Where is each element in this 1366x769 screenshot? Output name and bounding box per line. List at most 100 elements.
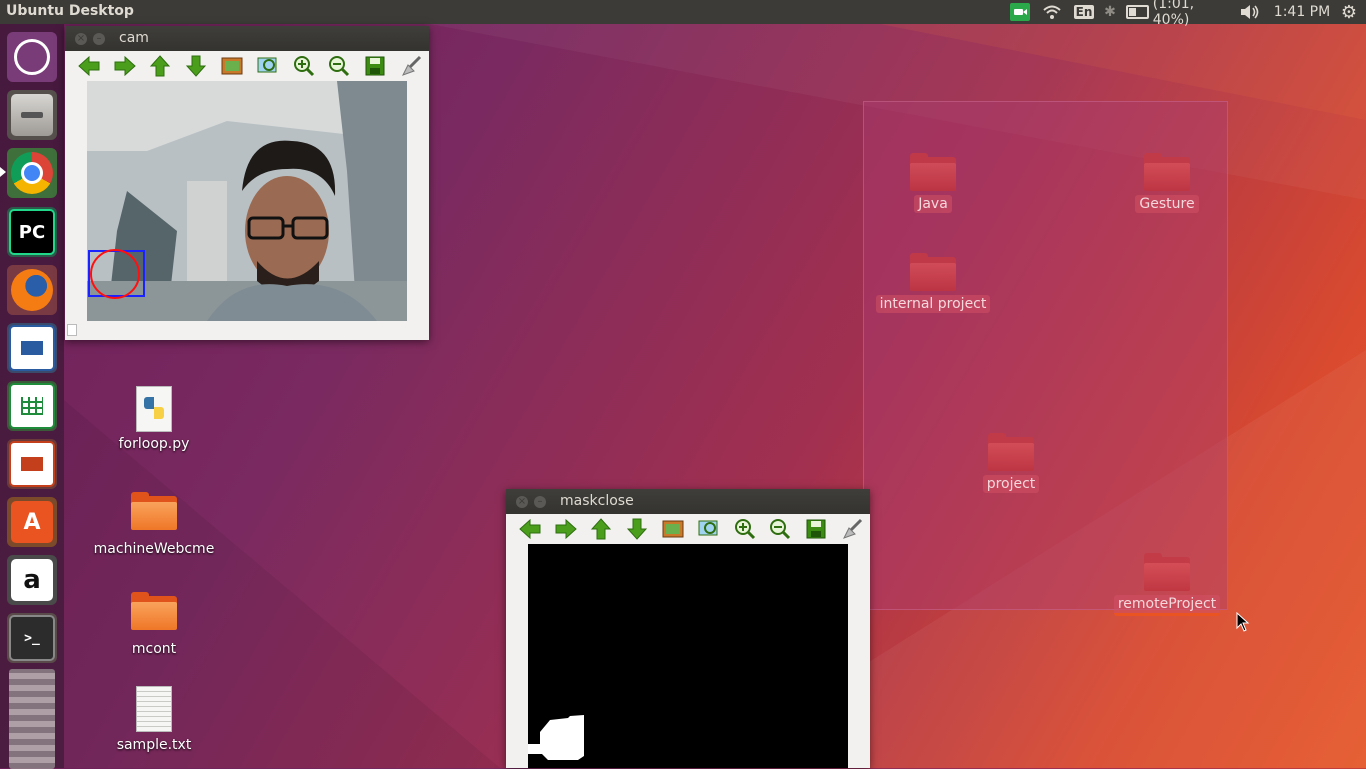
mask-image xyxy=(528,544,848,768)
up-arrow-icon[interactable] xyxy=(143,52,179,80)
down-arrow-icon[interactable] xyxy=(619,515,655,543)
close-button[interactable]: × xyxy=(75,33,87,45)
image-toolbar xyxy=(65,51,429,81)
zoom-out-icon[interactable] xyxy=(322,52,358,80)
launcher-terminal[interactable]: >_ xyxy=(7,613,57,663)
impress-presentation-icon xyxy=(9,441,55,487)
desktop-icon-label: internal project xyxy=(875,295,991,313)
desktop-icon-java[interactable]: Java xyxy=(873,153,993,213)
zoom-in-icon[interactable] xyxy=(286,52,322,80)
launcher-firefox[interactable] xyxy=(7,265,57,315)
keyboard-layout: En xyxy=(1073,5,1095,19)
desktop-icon-label: forloop.py xyxy=(118,436,190,452)
folder-icon xyxy=(131,592,177,630)
launcher-ubuntu-dash[interactable] xyxy=(7,32,57,82)
window-titlebar[interactable]: × – cam xyxy=(65,26,429,51)
pycharm-icon: PC xyxy=(9,209,55,255)
desktop-icon-project[interactable]: project xyxy=(951,433,1071,493)
battery-indicator[interactable]: (1:01, 40%) xyxy=(1126,0,1230,28)
desktop-icon-internal-project[interactable]: internal project xyxy=(873,253,993,313)
status-scroll-handle[interactable] xyxy=(67,324,77,336)
cam-window: × – cam xyxy=(65,26,429,340)
desktop-icon-mcont[interactable]: mcont xyxy=(84,592,224,657)
launcher-impress[interactable] xyxy=(7,439,57,489)
zoom-in-icon[interactable] xyxy=(727,515,763,543)
folder-icon xyxy=(910,253,956,291)
ubuntu-logo-icon xyxy=(14,39,50,75)
forward-arrow-icon[interactable] xyxy=(107,52,143,80)
window-titlebar[interactable]: × – maskclose xyxy=(506,489,870,514)
image-icon[interactable] xyxy=(214,52,250,80)
desktop-icon-label: mcont xyxy=(131,641,177,657)
wifi-icon[interactable] xyxy=(1040,0,1064,24)
shopping-bag-icon: A xyxy=(11,501,53,543)
desktop-icon-machinewebcme[interactable]: machineWebcme xyxy=(84,492,224,557)
mouse-cursor-icon xyxy=(1236,612,1250,632)
up-arrow-icon[interactable] xyxy=(584,515,620,543)
desktop-icon-label: sample.txt xyxy=(116,737,192,753)
active-app-indicator xyxy=(0,167,6,177)
volume-icon[interactable] xyxy=(1238,0,1262,24)
minimize-button[interactable]: – xyxy=(534,496,546,508)
calc-spreadsheet-icon xyxy=(9,383,55,429)
window-title: maskclose xyxy=(560,493,634,509)
file-cabinet-icon xyxy=(11,94,53,136)
minimize-button[interactable]: – xyxy=(93,33,105,45)
keyboard-icon[interactable]: En xyxy=(1073,0,1095,24)
launcher-chrome[interactable] xyxy=(7,148,57,198)
settings-gear-icon[interactable]: ⚙ xyxy=(1338,0,1360,24)
desktop-icon-label: project xyxy=(982,475,1040,493)
maskclose-window: × – maskclose xyxy=(506,489,870,768)
launcher-software-center[interactable]: A xyxy=(7,497,57,547)
terminal-icon: >_ xyxy=(9,615,55,661)
battery-text: (1:01, 40%) xyxy=(1152,0,1195,28)
clear-brush-icon[interactable] xyxy=(393,52,429,80)
launcher-pycharm[interactable]: PC xyxy=(7,207,57,257)
camera-feed-image xyxy=(87,81,407,321)
clock[interactable]: 1:41 PM xyxy=(1272,0,1332,24)
save-icon[interactable] xyxy=(357,52,393,80)
folder-icon xyxy=(131,492,177,530)
text-file-icon xyxy=(136,686,172,732)
amazon-icon: a xyxy=(11,559,53,601)
clear-brush-icon[interactable] xyxy=(834,515,870,543)
launcher-amazon[interactable]: a xyxy=(7,555,57,605)
launcher-writer[interactable] xyxy=(7,323,57,373)
panel-title: Ubuntu Desktop xyxy=(6,3,134,19)
folder-icon xyxy=(988,433,1034,471)
desktop-icon-label: Gesture xyxy=(1135,195,1199,213)
python-file-icon xyxy=(136,386,172,432)
image-icon[interactable] xyxy=(655,515,691,543)
camera-indicator-icon[interactable] xyxy=(1010,0,1030,24)
down-arrow-icon[interactable] xyxy=(178,52,214,80)
forward-arrow-icon[interactable] xyxy=(548,515,584,543)
close-button[interactable]: × xyxy=(516,496,528,508)
launcher: PC A a >_ xyxy=(0,24,64,769)
back-arrow-icon[interactable] xyxy=(512,515,548,543)
save-icon[interactable] xyxy=(798,515,834,543)
image-toolbar xyxy=(506,514,870,544)
desktop-icon-sample[interactable]: sample.txt xyxy=(84,686,224,753)
launcher-calc[interactable] xyxy=(7,381,57,431)
folder-icon xyxy=(1144,553,1190,591)
desktop-icon-label: Java xyxy=(914,195,952,213)
chrome-icon xyxy=(11,152,53,194)
zoom-fit-icon[interactable] xyxy=(691,515,727,543)
window-title: cam xyxy=(119,30,149,46)
zoom-fit-icon[interactable] xyxy=(250,52,286,80)
desktop-icon-label: machineWebcme xyxy=(93,541,215,557)
folder-icon xyxy=(910,153,956,191)
bluetooth-icon[interactable]: ✱ xyxy=(1102,0,1118,24)
writer-document-icon xyxy=(9,325,55,371)
firefox-icon xyxy=(11,269,53,311)
launcher-files[interactable] xyxy=(7,90,57,140)
back-arrow-icon[interactable] xyxy=(71,52,107,80)
zoom-out-icon[interactable] xyxy=(763,515,799,543)
desktop-icon-gesture[interactable]: Gesture xyxy=(1107,153,1227,213)
launcher-overflow-stack[interactable] xyxy=(9,669,55,769)
desktop-icon-remoteproject[interactable]: remoteProject xyxy=(1107,553,1227,616)
top-panel: Ubuntu Desktop En ✱ (1:01, 40%) 1:41 PM … xyxy=(0,0,1366,28)
battery-icon xyxy=(1126,5,1149,19)
desktop-icon-forloop[interactable]: forloop.py xyxy=(84,386,224,452)
desktop-icon-label: remoteProject xyxy=(1113,595,1221,616)
